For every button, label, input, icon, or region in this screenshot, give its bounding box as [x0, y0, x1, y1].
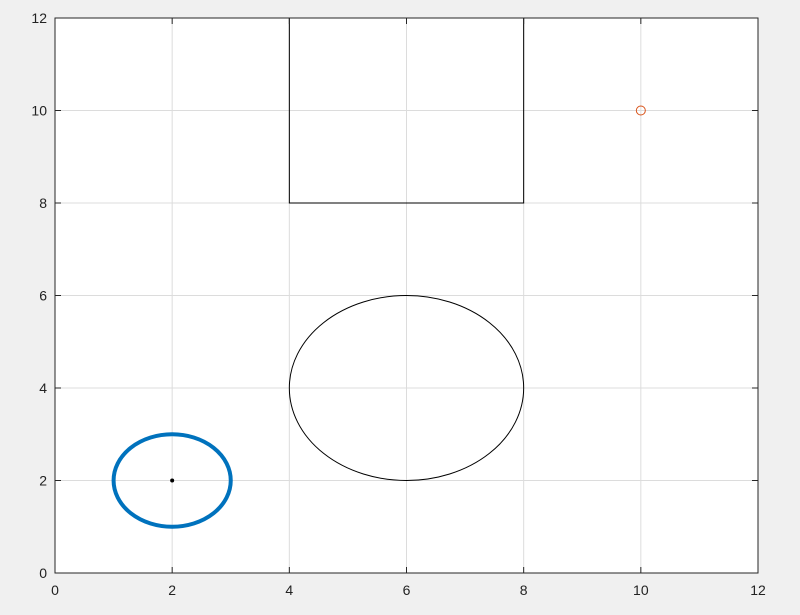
y-tick-label: 2	[39, 473, 47, 489]
y-tick-label: 0	[39, 565, 47, 581]
chart-figure: 0 2 4 6 8 10 12 0 2 4 6 8 10 12	[31, 10, 766, 598]
x-tick-label: 10	[633, 582, 649, 598]
center-point-marker	[170, 478, 175, 483]
y-tick-label: 12	[31, 10, 47, 26]
y-tick-labels: 0 2 4 6 8 10 12	[31, 10, 47, 581]
x-tick-label: 0	[51, 582, 59, 598]
x-tick-label: 2	[168, 582, 176, 598]
y-tick-label: 6	[39, 288, 47, 304]
y-tick-label: 8	[39, 195, 47, 211]
x-tick-label: 8	[520, 582, 528, 598]
x-tick-label: 12	[750, 582, 766, 598]
y-tick-label: 10	[31, 103, 47, 119]
x-tick-label: 6	[403, 582, 411, 598]
x-tick-labels: 0 2 4 6 8 10 12	[51, 582, 766, 598]
y-tick-label: 4	[39, 380, 47, 396]
x-tick-label: 4	[285, 582, 293, 598]
